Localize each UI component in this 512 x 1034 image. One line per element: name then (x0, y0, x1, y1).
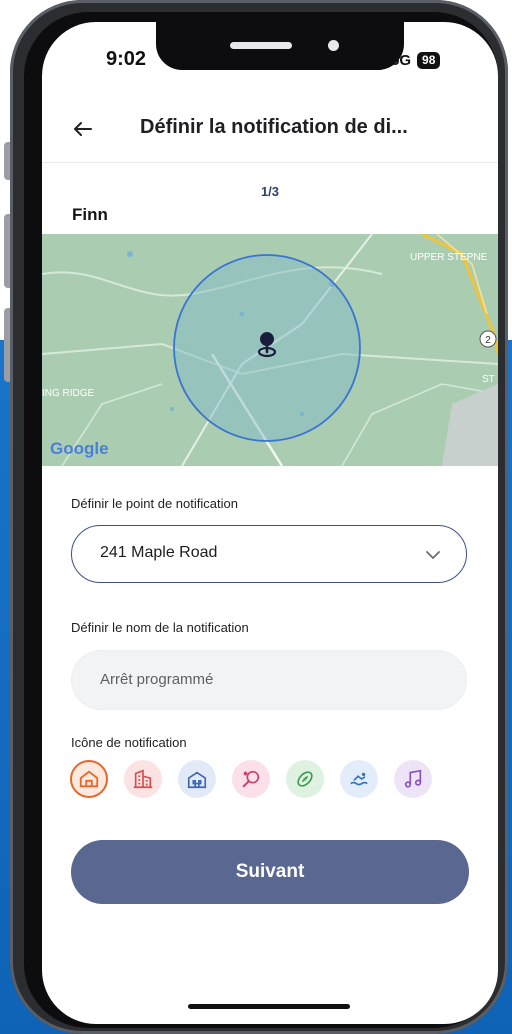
map-label-ridge: ING RIDGE (42, 388, 95, 399)
notification-name-input[interactable]: Arrêt programmé (71, 650, 467, 710)
back-arrow-icon[interactable] (70, 116, 96, 142)
phone-notch (156, 22, 404, 70)
notification-name-placeholder: Arrêt programmé (100, 671, 214, 688)
football-icon (297, 771, 313, 787)
home-icon (79, 770, 99, 788)
step-indicator: 1/3 (260, 184, 280, 199)
notification-point-label: Définir le point de notification (71, 496, 238, 511)
notification-point-select[interactable]: 241 Maple Road (71, 525, 467, 583)
chevron-down-icon (426, 551, 440, 559)
child-name: Finn (72, 205, 108, 224)
music-note-icon (404, 769, 422, 788)
notification-point-value: 241 Maple Road (100, 544, 218, 561)
next-button[interactable]: Suivant (71, 840, 469, 904)
notification-icon-label: Icône de notification (71, 735, 187, 750)
map-canvas: 2 UPPER STEPNE ING RIDGE ST Google (42, 234, 498, 466)
icon-option-music[interactable] (394, 760, 432, 798)
icon-option-home[interactable] (70, 760, 108, 798)
page-title: Définir la notification de di... (140, 116, 408, 138)
front-camera (328, 40, 339, 51)
office-building-icon (133, 769, 153, 789)
icon-option-tennis[interactable] (232, 760, 270, 798)
battery-icon: 98 (417, 52, 441, 69)
map-label-upper-stepney: UPPER STEPNE (410, 252, 488, 263)
tennis-racket-icon (242, 770, 260, 788)
school-icon (187, 771, 207, 789)
status-time: 9:02 (106, 48, 147, 70)
swimming-icon (350, 772, 368, 786)
icon-option-office[interactable] (124, 760, 162, 798)
home-indicator[interactable] (188, 1004, 350, 1009)
notification-icon-picker (70, 760, 432, 798)
speaker-grill (230, 42, 292, 49)
notification-name-label: Définir le nom de la notification (71, 620, 249, 635)
route-badge: 2 (485, 335, 491, 346)
icon-option-swimming[interactable] (340, 760, 378, 798)
icon-option-football[interactable] (286, 760, 324, 798)
icon-option-school[interactable] (178, 760, 216, 798)
google-logo: Google (50, 439, 109, 458)
map-label-st: ST (482, 374, 495, 385)
header-bar: Définir la notification de di... (42, 110, 498, 163)
map-view[interactable]: 2 UPPER STEPNE ING RIDGE ST Google (42, 234, 498, 466)
app-screen: 9:02 5G 98 Définir la notification de di… (42, 22, 498, 1024)
